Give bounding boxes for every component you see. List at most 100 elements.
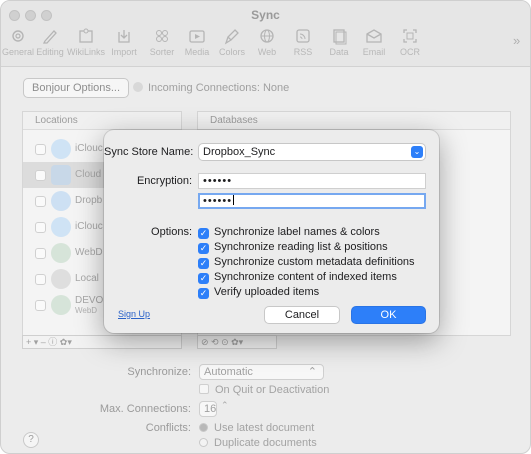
globe-icon (260, 29, 274, 43)
checkmark-icon[interactable]: ✓ (198, 228, 209, 239)
toolbar-label: RSS (293, 47, 313, 57)
stepper-icon[interactable]: ⌃ (221, 400, 231, 416)
toolbar-data[interactable]: Data (319, 27, 359, 57)
location-checkbox[interactable] (35, 300, 46, 311)
status-indicator (133, 82, 143, 92)
location-checkbox[interactable] (35, 196, 46, 207)
toolbar-import[interactable]: Import (104, 27, 144, 57)
location-label: Cloud (75, 169, 102, 180)
incoming-connections-status: Incoming Connections: None (148, 82, 290, 94)
encryption-password-field[interactable]: •••••• (198, 173, 426, 189)
text-caret (233, 195, 235, 205)
brush-icon (224, 29, 239, 45)
option-text: Verify uploaded items (214, 286, 320, 298)
rss-icon (296, 29, 310, 43)
on-quit-option[interactable]: On Quit or Deactivation (199, 384, 329, 396)
locations-header: Locations (23, 112, 181, 130)
toolbar-sorter[interactable]: Sorter (142, 27, 182, 57)
option-text: Synchronize reading list & positions (214, 241, 388, 253)
toolbar-label: Import (111, 47, 137, 57)
conflict-option-label: Use latest document (214, 422, 315, 434)
sign-up-link[interactable]: Sign Up (118, 309, 150, 319)
radio-button[interactable] (199, 423, 208, 432)
option-text: Synchronize label names & colors (214, 226, 380, 238)
dropbox-icon (51, 191, 71, 211)
toolbar-label: Media (184, 47, 210, 57)
toolbar-label: OCR (400, 47, 420, 57)
toolbar-editing[interactable]: Editing (30, 27, 70, 57)
checkmark-icon[interactable]: ✓ (198, 243, 209, 254)
location-checkbox[interactable] (35, 144, 46, 155)
data-icon (333, 29, 347, 45)
option-custom-metadata[interactable]: ✓ Synchronize custom metadata definitions (198, 256, 415, 270)
local-icon (51, 269, 71, 289)
option-reading-list[interactable]: ✓ Synchronize reading list & positions (198, 241, 388, 255)
cloud-icon (51, 165, 71, 185)
option-label-colors[interactable]: ✓ Synchronize label names & colors (198, 226, 380, 240)
location-label: WebD (75, 247, 103, 258)
databases-action-bar[interactable]: ⊘ ⟲ ⊙ ✿▾ (197, 335, 277, 349)
location-label: DEVO (75, 295, 104, 306)
option-indexed-content[interactable]: ✓ Synchronize content of indexed items (198, 271, 397, 285)
option-verify-uploads[interactable]: ✓ Verify uploaded items (198, 286, 319, 300)
options-label: Options: (151, 226, 192, 238)
location-checkbox[interactable] (35, 274, 46, 285)
pen-icon (42, 30, 57, 44)
toolbar-wikilinks[interactable]: WikiLinks (66, 27, 106, 57)
location-checkbox[interactable] (35, 248, 46, 259)
encryption-confirm-value: •••••• (203, 195, 233, 207)
toolbar-label: WikiLinks (66, 47, 105, 57)
toolbar-label: Web (257, 47, 277, 57)
toolbar-label: Data (329, 47, 349, 57)
media-icon (189, 30, 205, 43)
preferences-toolbar: General Editing WikiLinks Import Sorter … (1, 27, 530, 65)
on-quit-checkbox[interactable] (199, 384, 209, 394)
location-sublabel: WebD (75, 306, 98, 315)
radio-button[interactable] (199, 438, 208, 447)
location-checkbox[interactable] (35, 170, 46, 181)
cancel-button[interactable]: Cancel (264, 306, 340, 324)
sync-preferences-window: Sync General Editing WikiLinks Import So… (0, 0, 531, 454)
conflicts-label: Conflicts: (145, 422, 191, 434)
databases-header: Databases (198, 112, 510, 130)
chevron-down-icon: ⌄ (411, 146, 423, 158)
encryption-confirm-field[interactable]: •••••• (198, 193, 426, 209)
conflict-option[interactable]: Use latest document (199, 422, 314, 434)
toolbar-ocr[interactable]: OCR (390, 27, 430, 57)
checkmark-icon[interactable]: ✓ (198, 273, 209, 284)
synchronize-popup[interactable]: Automatic ⌃ (199, 364, 324, 380)
conflict-option-label: Duplicate documents (214, 437, 317, 449)
ok-button[interactable]: OK (351, 306, 426, 324)
sorter-icon (156, 30, 168, 42)
window-title: Sync (251, 8, 280, 22)
locations-action-bar[interactable]: + ▾ – ⓘ ✿▾ (22, 335, 182, 349)
toolbar-colors[interactable]: Colors (212, 27, 252, 57)
puzzle-icon (79, 28, 93, 43)
chevron-updown-icon: ⌃ (307, 366, 317, 378)
synchronize-label: Synchronize: (127, 366, 191, 378)
help-button[interactable]: ? (23, 432, 39, 448)
ocr-icon (403, 29, 417, 43)
toolbar-media[interactable]: Media (177, 27, 217, 57)
toolbar-web[interactable]: Web (247, 27, 287, 57)
toolbar-overflow-button[interactable]: » (513, 33, 520, 48)
max-connections-field[interactable]: 16 (199, 401, 217, 417)
bonjour-options-button[interactable]: Bonjour Options... (23, 78, 130, 98)
option-text: Synchronize content of indexed items (214, 271, 397, 283)
toolbar-email[interactable]: Email (354, 27, 394, 57)
location-checkbox[interactable] (35, 222, 46, 233)
max-connections-label: Max. Connections: (99, 403, 191, 415)
icloud-icon (51, 139, 71, 159)
store-name-popup[interactable]: Dropbox_Sync ⌄ (198, 143, 426, 161)
email-icon (366, 29, 382, 43)
checkmark-icon[interactable]: ✓ (198, 258, 209, 269)
toolbar-rss[interactable]: RSS (283, 27, 323, 57)
location-label: iClouc (75, 221, 103, 232)
toolbar-label: Editing (36, 47, 64, 57)
store-name-label: Sync Store Name: (104, 146, 194, 158)
location-label: Dropb (75, 195, 103, 206)
option-text: Synchronize custom metadata definitions (214, 256, 415, 268)
conflict-option[interactable]: Duplicate documents (199, 437, 317, 449)
location-label: Local (75, 273, 99, 284)
checkmark-icon[interactable]: ✓ (198, 288, 209, 299)
